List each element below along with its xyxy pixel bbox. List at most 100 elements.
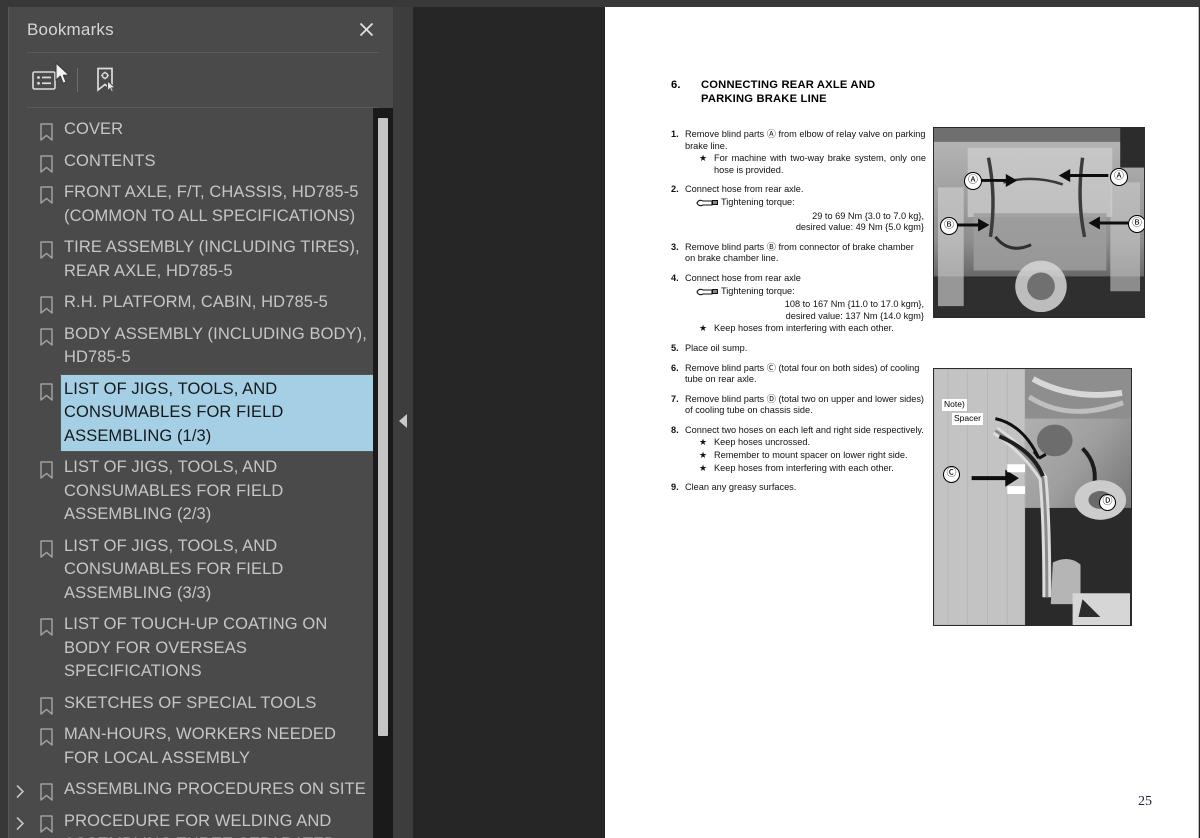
new-bookmark-button[interactable] — [89, 63, 123, 97]
callout-c: Ⓒ — [943, 466, 960, 483]
bookmarks-scrollbar-track[interactable] — [373, 108, 393, 838]
bookmark-item[interactable]: LIST OF TOUCH-UP COATING ON BODY FOR OVE… — [9, 609, 394, 688]
procedure-step: 2. Connect hose from rear axle. Tightening… — [671, 184, 926, 233]
bullet-text: Keep hoses from interfering with each ot… — [714, 462, 894, 473]
bookmark-icon — [31, 775, 61, 801]
torque-value: 108 to 167 Nm {11.0 to 17.0 kgm}, — [784, 299, 924, 310]
bookmark-icon — [31, 720, 61, 746]
window-top-strip — [0, 0, 1200, 7]
toolbar-separator — [77, 68, 78, 92]
callout-a-right: Ⓐ — [1110, 168, 1128, 186]
callout-a-left: Ⓐ — [964, 172, 982, 190]
callout-spacer: Spacer — [952, 413, 983, 425]
bookmark-item-label: MAN-HOURS, WORKERS NEEDED FOR LOCAL ASSE… — [64, 725, 341, 767]
bookmark-item[interactable]: LIST OF JIGS, TOOLS, AND CONSUMABLES FOR… — [9, 531, 394, 610]
callout-b-left: Ⓑ — [940, 217, 958, 235]
bookmark-item[interactable]: SKETCHES OF SPECIAL TOOLS — [9, 688, 394, 720]
expand-chevron-icon[interactable] — [9, 775, 31, 798]
bookmarks-scrollbar-thumb[interactable] — [378, 118, 388, 736]
step-text: Connect hose from rear axle — [685, 272, 801, 283]
bookmark-icon — [31, 320, 61, 346]
bookmark-item[interactable]: LIST OF JIGS, TOOLS, AND CONSUMABLES FOR… — [9, 452, 394, 531]
bookmark-item-label: LIST OF TOUCH-UP COATING ON BODY FOR OVE… — [64, 615, 333, 680]
bookmark-item-label: BODY ASSEMBLY (INCLUDING BODY), HD785-5 — [64, 324, 372, 367]
step-number: 8. — [671, 424, 679, 435]
bookmark-icon — [31, 147, 61, 173]
bullet-text: Keep hoses from interfering with each ot… — [714, 323, 894, 334]
bookmark-item[interactable]: TIRE ASSEMBLY (INCLUDING TIRES), REAR AX… — [9, 232, 394, 287]
bookmark-icon — [31, 178, 61, 204]
bookmarks-toolbar — [9, 53, 393, 107]
close-icon — [359, 22, 373, 37]
bookmark-icon — [31, 375, 61, 401]
procedure-step: 1. Remove blind parts Ⓐ from elbow of rel… — [671, 129, 926, 176]
bookmark-icon — [31, 233, 61, 259]
procedure-step: 8. Connect two hoses on each left and rig… — [671, 425, 926, 474]
step-number: 2. — [671, 184, 679, 195]
torque-value: 29 to 69 Nm {3.0 to 7.0 kg}, — [812, 210, 924, 221]
step-text: Remove blind parts Ⓓ (total two on upper… — [685, 393, 924, 416]
bullet-text: Remember to mount spacer on lower right … — [714, 450, 908, 461]
bookmark-item-label: FRONT AXLE, F/T, CHASSIS, HD785-5 (COMMO… — [64, 183, 364, 225]
expand-chevron-placeholder — [9, 233, 31, 243]
expand-chevron-placeholder — [9, 288, 31, 298]
pdf-viewer-window: Bookmarks COVER CONTENTS FRONT AXLE, F/T… — [0, 0, 1200, 838]
callout-d: Ⓓ — [1099, 494, 1116, 511]
bookmark-item[interactable]: CONTENTS — [9, 146, 394, 178]
procedure-step: 4. Connect hose from rear axle Tightening … — [671, 273, 926, 335]
expand-chevron-placeholder — [9, 532, 31, 542]
expand-chevron-placeholder — [9, 320, 31, 330]
bookmark-icon — [31, 532, 61, 558]
section-title-line2: PARKING BRAKE LINE — [701, 92, 827, 105]
star-bullet-icon: ★ — [699, 437, 708, 448]
rear-axle-photo: Ⓐ Ⓐ Ⓑ Ⓑ — [933, 127, 1145, 318]
bookmark-item-label: TIRE ASSEMBLY (INCLUDING TIRES), REAR AX… — [64, 238, 365, 280]
bookmark-item[interactable]: FRONT AXLE, F/T, CHASSIS, HD785-5 (COMMO… — [9, 177, 394, 232]
bookmark-icon — [31, 610, 61, 636]
torque-label: Tightening torque: — [721, 196, 795, 207]
bookmark-item[interactable]: MAN-HOURS, WORKERS NEEDED FOR LOCAL ASSE… — [9, 719, 394, 774]
bookmark-item[interactable]: LIST OF JIGS, TOOLS, AND CONSUMABLES FOR… — [9, 373, 394, 453]
step-number: 3. — [671, 241, 679, 252]
bookmark-item-label: SKETCHES OF SPECIAL TOOLS — [64, 693, 317, 712]
close-panel-button[interactable] — [353, 17, 379, 43]
step-number: 6. — [671, 362, 679, 373]
bullet-text: For machine with two-way brake system, o… — [714, 153, 926, 175]
torque-values: 29 to 69 Nm {3.0 to 7.0 kg}, desired valu… — [685, 211, 926, 234]
expand-chevron-placeholder — [9, 453, 31, 463]
section-heading: 6. CONNECTING REAR AXLE AND PARKING BRAK… — [671, 79, 931, 106]
bookmark-item-label: PROCEDURE FOR WELDING AND ASSEMBLING THR… — [64, 811, 336, 838]
bookmark-icon — [31, 689, 61, 715]
bookmark-item-label: ASSEMBLING PROCEDURES ON SITE — [64, 780, 366, 798]
panel-title: Bookmarks — [27, 19, 114, 39]
callout-note: Note) — [942, 399, 967, 411]
bookmark-icon — [31, 453, 61, 479]
bookmark-item[interactable]: R.H. PLATFORM, CABIN, HD785-5 — [9, 287, 394, 319]
step-number: 1. — [671, 129, 679, 139]
bookmark-item[interactable]: BODY ASSEMBLY (INCLUDING BODY), HD785-5 — [9, 319, 394, 374]
bookmark-options-button[interactable] — [27, 63, 61, 97]
procedure-step: 5. Place oil sump. — [671, 343, 926, 355]
star-bullet-icon: ★ — [699, 323, 708, 334]
bookmark-list[interactable]: COVER CONTENTS FRONT AXLE, F/T, CHASSIS, H… — [9, 108, 394, 838]
chevron-left-icon — [398, 414, 407, 428]
expand-chevron-icon[interactable] — [9, 807, 31, 830]
collapse-panel-handle[interactable] — [396, 410, 410, 432]
bullet-text: Keep hoses uncrossed. — [714, 437, 811, 448]
step-text: Remove blind parts Ⓑ from connector of b… — [685, 241, 914, 264]
step-text: Remove blind parts Ⓐ from elbow of relay… — [685, 129, 926, 151]
procedure-step-list: 1. Remove blind parts Ⓐ from elbow of rel… — [671, 129, 926, 502]
procedure-step: 6. Remove blind parts Ⓒ (total four on bo… — [671, 363, 926, 386]
bookmark-item[interactable]: ASSEMBLING PROCEDURES ON SITE — [9, 774, 394, 806]
section-title-line1: CONNECTING REAR AXLE AND — [701, 79, 876, 91]
expand-chevron-placeholder — [9, 610, 31, 620]
bookmark-item[interactable]: COVER — [9, 114, 394, 146]
page-number: 25 — [1138, 794, 1152, 809]
expand-chevron-placeholder — [9, 115, 31, 125]
step-text: Place oil sump. — [685, 342, 748, 353]
bookmark-icon — [31, 807, 61, 833]
star-bullet-icon: ★ — [699, 462, 708, 473]
bookmark-item[interactable]: PROCEDURE FOR WELDING AND ASSEMBLING THR… — [9, 806, 394, 838]
star-bullet-icon: ★ — [699, 450, 708, 461]
procedure-step: 9. Clean any greasy surfaces. — [671, 482, 926, 494]
